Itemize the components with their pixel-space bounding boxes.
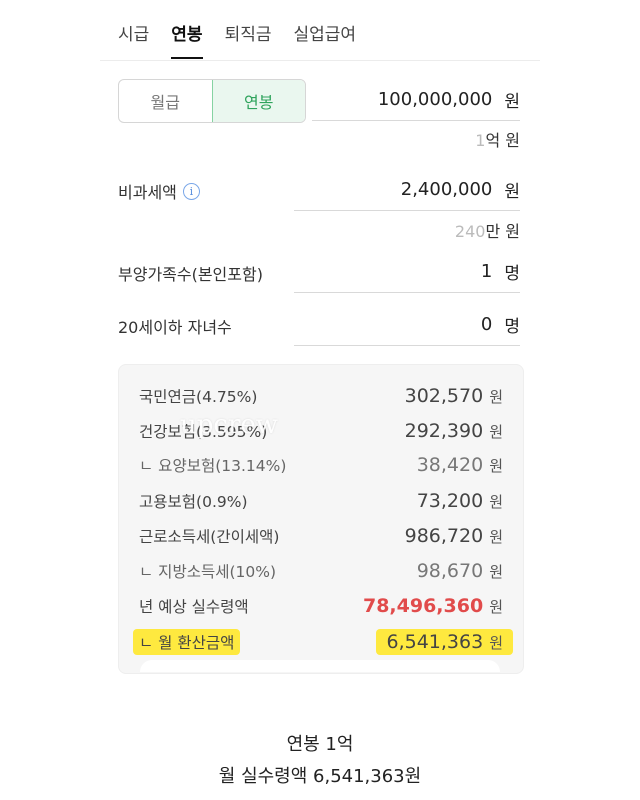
dependents-value: 1 [480, 260, 493, 282]
watermark: upcrew [180, 410, 279, 440]
children-input[interactable]: 0 명 [294, 309, 520, 339]
result-label: 국민연금(4.75%) [139, 388, 258, 406]
nontax-unit: 원 [504, 181, 520, 202]
result-unit: 원 [489, 456, 503, 475]
nontax-hint-number: 240 [454, 222, 486, 241]
tab-bar: 시급 연봉 퇴직금 실업급여 [118, 20, 378, 59]
salary-underline [312, 120, 520, 121]
children-value: 0 [480, 313, 493, 335]
monthly-net-amount: 6,541,363 [386, 631, 484, 653]
result-row: 국민연금(4.75%) 302,570 원 [139, 385, 503, 407]
tab-hourly[interactable]: 시급 [118, 20, 149, 59]
salary-mode-toggle: 월급 연봉 [118, 79, 306, 123]
result-label: 근로소득세(간이세액) [139, 528, 280, 546]
dependents-underline [294, 292, 520, 293]
result-amount: 302,570 [404, 385, 484, 407]
annual-net-row: 년 예상 실수령액 78,496,360 원 [139, 595, 503, 617]
result-row: 근로소득세(간이세액) 986,720 원 [139, 525, 503, 547]
result-label: ㄴ 요양보험(13.14%) [139, 457, 287, 475]
result-card: 국민연금(4.75%) 302,570 원 건강보험(3.595%) 292,39… [118, 364, 524, 674]
tab-unemployment[interactable]: 실업급여 [293, 20, 356, 59]
result-amount: 73,200 [416, 490, 484, 512]
nontax-input[interactable]: 2,400,000 원 [294, 174, 520, 204]
result-row: ㄴ 지방소득세(10%) 98,670 원 [139, 560, 503, 582]
children-underline [294, 345, 520, 346]
nontax-value: 2,400,000 [400, 178, 493, 200]
salary-value: 100,000,000 [377, 88, 493, 110]
dependents-input[interactable]: 1 명 [294, 256, 520, 286]
result-unit: 원 [489, 492, 503, 511]
nontax-label-row: 비과세액 i [118, 179, 200, 203]
result-row: 고용보험(0.9%) 73,200 원 [139, 490, 503, 512]
result-label: ㄴ 지방소득세(10%) [139, 563, 277, 581]
salary-hint-unit: 억 원 [485, 131, 520, 150]
dependents-label: 부양가족수(본인포함) [118, 265, 263, 284]
result-value: 292,390 원 [405, 420, 503, 442]
tab-divider [100, 60, 540, 61]
tab-annual[interactable]: 연봉 [171, 20, 203, 59]
monthly-net-row: ㄴ 월 환산금액 6,541,363 원 [133, 629, 513, 655]
result-unit: 원 [489, 387, 503, 406]
result-label: 고용보험(0.9%) [139, 493, 248, 511]
bottom-sheet-edge [140, 660, 500, 672]
tab-severance[interactable]: 퇴직금 [225, 20, 272, 59]
result-value: 73,200 원 [417, 490, 503, 512]
salary-input[interactable]: 100,000,000 원 [312, 84, 520, 114]
nontax-label: 비과세액 [118, 183, 177, 202]
result-unit: 원 [489, 422, 503, 441]
children-label: 20세이하 자녀수 [118, 318, 232, 337]
result-row: ㄴ 요양보험(13.14%) 38,420 원 [139, 454, 503, 476]
result-value: 302,570 원 [405, 385, 503, 407]
result-unit: 원 [489, 562, 503, 581]
monthly-net-unit: 원 [489, 633, 503, 652]
monthly-net-value: 6,541,363 원 [376, 629, 513, 655]
caption-title: 연봉 1억 [286, 734, 354, 755]
annual-net-unit: 원 [489, 597, 503, 616]
monthly-net-label: ㄴ 월 환산금액 [133, 629, 241, 655]
result-amount: 986,720 [404, 525, 484, 547]
calculator-panel: 시급 연봉 퇴직금 실업급여 월급 연봉 100,000,000 원 1억 원 … [100, 0, 540, 674]
annual-mode-button[interactable]: 연봉 [211, 80, 305, 122]
annual-net-label: 년 예상 실수령액 [139, 598, 249, 616]
nontax-hint-unit: 만 원 [485, 222, 520, 241]
result-value: 38,420 원 [417, 454, 503, 476]
nontax-korean-hint: 240만 원 [294, 218, 520, 242]
caption-summary: 월 실수령액 6,541,363원 [218, 766, 422, 787]
salary-korean-hint: 1억 원 [312, 127, 520, 151]
monthly-mode-button[interactable]: 월급 [119, 80, 212, 122]
annual-net-amount: 78,496,360 [362, 595, 484, 617]
result-amount: 98,670 [416, 560, 484, 582]
result-amount: 38,420 [416, 454, 484, 476]
info-icon[interactable]: i [182, 182, 200, 200]
salary-unit: 원 [504, 91, 520, 112]
result-value: 98,670 원 [417, 560, 503, 582]
result-amount: 292,390 [404, 420, 484, 442]
dependents-unit: 명 [504, 263, 520, 284]
salary-hint-number: 1 [475, 131, 486, 150]
result-value: 986,720 원 [405, 525, 503, 547]
annual-net-value: 78,496,360 원 [363, 595, 503, 617]
result-unit: 원 [489, 527, 503, 546]
nontax-underline [294, 210, 520, 211]
children-unit: 명 [504, 316, 520, 337]
